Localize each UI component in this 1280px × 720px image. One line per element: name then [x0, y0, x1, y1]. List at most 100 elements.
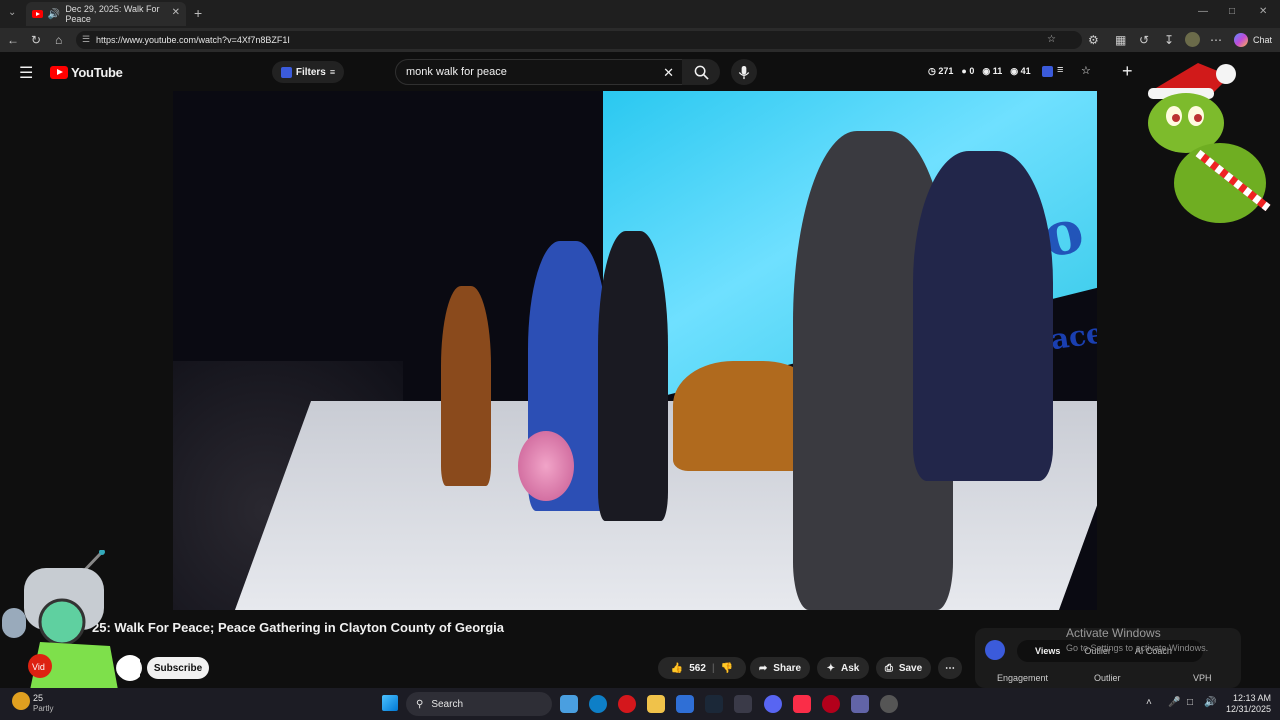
- voice-search-button[interactable]: [731, 59, 757, 85]
- stat-eye-1: ◉ 11: [982, 66, 1003, 76]
- opera-app-icon[interactable]: [618, 695, 636, 713]
- url-field[interactable]: ☰ https://www.youtube.com/watch?v=4Xf7n8…: [76, 31, 1082, 49]
- weather-desc: Partly: [33, 704, 54, 713]
- bookmark-star-icon[interactable]: ☆: [1047, 34, 1056, 45]
- search-input[interactable]: monk walk for peace ✕: [395, 59, 685, 85]
- mail-app-icon[interactable]: [676, 695, 694, 713]
- windows-start-icon[interactable]: [382, 695, 398, 711]
- clock-time: 12:13 AM: [1233, 693, 1272, 703]
- microphone-icon: [738, 65, 750, 79]
- network-icon[interactable]: □: [1187, 697, 1193, 708]
- ask-label: Ask: [841, 662, 860, 674]
- share-label: Share: [773, 662, 802, 674]
- mic-tray-icon[interactable]: 🎤: [1168, 697, 1180, 708]
- search-query: monk walk for peace: [406, 66, 507, 78]
- edge-app-icon[interactable]: [589, 695, 607, 713]
- close-tab-icon[interactable]: ✕: [172, 7, 180, 18]
- search-icon: [694, 65, 709, 80]
- site-info-icon[interactable]: ☰: [82, 34, 90, 45]
- music-app-icon[interactable]: [793, 695, 811, 713]
- share-icon: ➦: [758, 662, 768, 674]
- stat-circle: ● 0: [961, 66, 975, 76]
- clear-search-icon[interactable]: ✕: [663, 65, 674, 81]
- discord-app-icon[interactable]: [764, 695, 782, 713]
- video-title: 25: Walk For Peace; Peace Gathering in C…: [92, 620, 505, 635]
- trophy-icon[interactable]: ☆: [1081, 64, 1091, 77]
- downloads-icon[interactable]: ↧: [1164, 33, 1174, 47]
- tab-views[interactable]: Views: [1035, 646, 1060, 656]
- subscribe-button[interactable]: Subscribe: [147, 657, 209, 679]
- person-dark-coat: [598, 231, 668, 521]
- weather-temp: 25: [33, 693, 44, 703]
- home-icon[interactable]: ⌂: [55, 33, 62, 47]
- windows-taskbar: 25 Partly ⚲ Search: [0, 688, 1280, 720]
- youtube-play-icon: [50, 66, 68, 79]
- person-navy: [913, 151, 1053, 481]
- save-button[interactable]: ⎙ Save: [876, 657, 931, 679]
- list-icon[interactable]: ≡: [1057, 64, 1063, 76]
- address-bar-row: ← ↻ ⌂ ☰ https://www.youtube.com/watch?v=…: [0, 28, 1280, 52]
- vidiq-badge-icon[interactable]: [985, 640, 1005, 660]
- tab-list-icon[interactable]: ⌄: [8, 7, 16, 18]
- tab-active[interactable]: 🔊 Dec 29, 2025: Walk For Peace ✕: [26, 2, 186, 26]
- filter-ext-icon: [280, 66, 292, 78]
- like-dislike-group[interactable]: 👍 562 | 👎: [658, 657, 746, 679]
- tray-chevron-icon[interactable]: ˄: [1146, 697, 1152, 708]
- volume-icon[interactable]: 🔊: [1204, 697, 1216, 708]
- save-label: Save: [898, 662, 923, 674]
- new-tab-icon[interactable]: +: [194, 5, 202, 21]
- url-text: https://www.youtube.com/watch?v=4Xf7n8BZ…: [96, 35, 290, 45]
- grinch-overlay-icon: [1148, 63, 1271, 223]
- copilot-app-icon[interactable]: [560, 695, 578, 713]
- sparkle-icon: ✦: [826, 662, 836, 674]
- like-count: 562: [689, 662, 706, 674]
- vph-label: VPH: [1193, 673, 1212, 683]
- filters-button[interactable]: Filters ≡: [272, 61, 344, 83]
- search-button[interactable]: [682, 59, 720, 85]
- clock-date: 12/31/2025: [1226, 704, 1272, 714]
- profile-avatar[interactable]: [1185, 32, 1200, 47]
- create-icon[interactable]: +: [1122, 61, 1133, 82]
- video-player[interactable]: Walk fo eace: [173, 91, 1097, 610]
- youtube-header: ☰ YouTube Filters ≡ monk walk for peace …: [0, 52, 1280, 92]
- like-icon[interactable]: 👍: [671, 663, 683, 674]
- share-button[interactable]: ➦ Share: [750, 657, 810, 679]
- minimize-icon[interactable]: —: [1198, 6, 1208, 17]
- stat-clock: ◷ 271: [928, 66, 954, 76]
- opera-gx-icon[interactable]: [822, 695, 840, 713]
- audio-icon[interactable]: 🔊: [48, 9, 60, 20]
- teams-app-icon[interactable]: [851, 695, 869, 713]
- youtube-logo[interactable]: YouTube: [50, 65, 123, 80]
- back-icon[interactable]: ←: [7, 33, 19, 47]
- settings-app-icon[interactable]: [880, 695, 898, 713]
- more-actions-button[interactable]: ⋯: [938, 657, 962, 679]
- taskbar-search-icon: ⚲: [416, 698, 424, 710]
- outlier-label: Outlier: [1094, 673, 1121, 683]
- history-icon[interactable]: ↺: [1139, 33, 1149, 47]
- store-app-icon[interactable]: [734, 695, 752, 713]
- logo-text: YouTube: [71, 65, 123, 80]
- ask-button[interactable]: ✦ Ask: [817, 657, 869, 679]
- monk-figure: [441, 286, 491, 486]
- maximize-icon[interactable]: □: [1229, 6, 1235, 17]
- system-clock[interactable]: 12:13 AM 12/31/2025: [1226, 693, 1271, 715]
- divider: |: [711, 662, 715, 674]
- extensions-icon[interactable]: ⚙: [1088, 33, 1099, 47]
- taskbar-search[interactable]: ⚲ Search: [406, 692, 552, 716]
- vidiq-icon[interactable]: [1042, 66, 1053, 77]
- hamburger-menu-icon[interactable]: ☰: [19, 63, 33, 83]
- weather-icon[interactable]: [12, 692, 30, 710]
- dislike-icon[interactable]: 👎: [721, 663, 733, 674]
- sliders-icon: ≡: [329, 67, 336, 77]
- refresh-icon[interactable]: ↻: [31, 33, 41, 47]
- more-menu-icon[interactable]: ⋯: [1210, 33, 1222, 47]
- copilot-icon[interactable]: [1234, 33, 1248, 47]
- steam-app-icon[interactable]: [705, 695, 723, 713]
- youtube-favicon-icon: [32, 10, 43, 18]
- more-icon: ⋯: [945, 662, 955, 674]
- chat-label[interactable]: Chat: [1253, 35, 1272, 45]
- collections-icon[interactable]: ▦: [1115, 33, 1126, 47]
- close-window-icon[interactable]: ✕: [1259, 6, 1267, 17]
- file-explorer-icon[interactable]: [647, 695, 665, 713]
- robot-overlay-icon: Vid: [2, 550, 140, 690]
